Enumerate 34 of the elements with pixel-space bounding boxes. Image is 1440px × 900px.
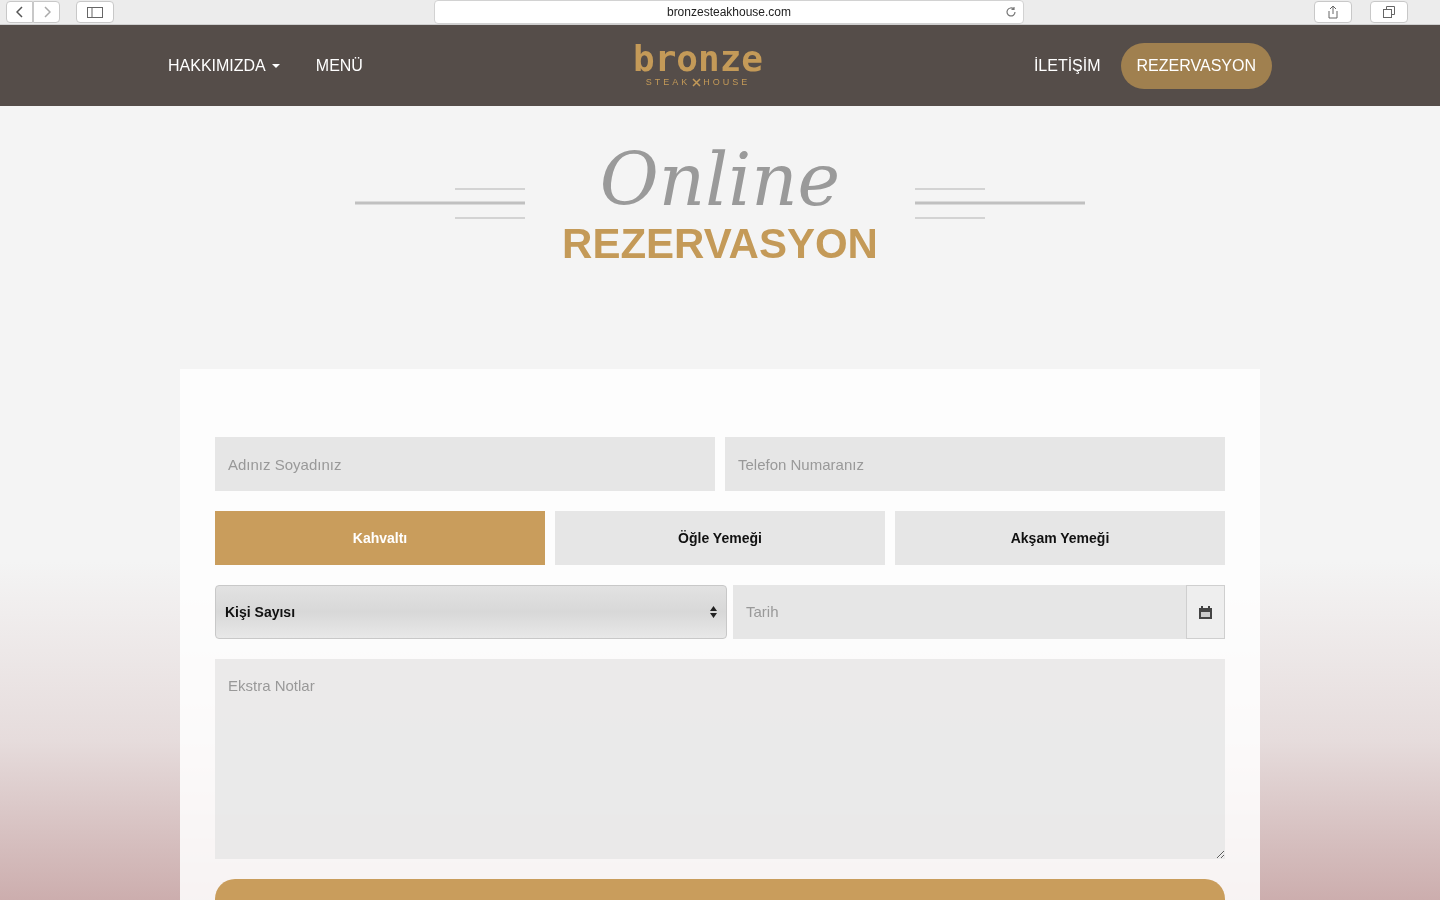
reload-icon[interactable] [1005, 6, 1017, 18]
back-icon [15, 6, 24, 18]
heading-script: Online [599, 140, 841, 220]
nav-link[interactable]: İLETİŞİM [1033, 53, 1101, 78]
select-arrows-icon [710, 606, 717, 618]
meal-option[interactable]: Akşam Yemeği [895, 511, 1225, 565]
back-button[interactable] [6, 1, 33, 23]
forward-icon [42, 6, 51, 18]
date-field[interactable]: Tarih [733, 585, 1186, 639]
phone-field[interactable]: Telefon Numaranız [725, 437, 1225, 491]
caret-icon [271, 63, 280, 68]
meal-option[interactable]: Öğle Yemeği [555, 511, 885, 565]
tabs-button[interactable] [1370, 1, 1408, 23]
share-icon [1327, 5, 1339, 19]
reservation-button[interactable]: REZERVASYON [1120, 42, 1272, 89]
address-bar[interactable]: bronzesteakhouse.com [434, 0, 1024, 24]
logo-tagline: STEAK [645, 75, 691, 89]
sidebar-button[interactable] [76, 1, 114, 23]
guests-select[interactable]: Kişi Sayısı [215, 585, 727, 639]
crossed-utensils-icon [692, 78, 702, 87]
logo-wordmark: bronze [633, 41, 764, 76]
logo-tagline: HOUSE [703, 75, 751, 89]
tabs-icon [1383, 6, 1395, 18]
decorative-lines-icon [355, 187, 525, 221]
heading-title: REZERVASYON [562, 220, 878, 268]
calendar-button[interactable] [1186, 585, 1225, 639]
sidebar-icon [87, 6, 103, 18]
url-text: bronzesteakhouse.com [666, 4, 792, 21]
decorative-lines-icon [915, 187, 1085, 221]
nav-link[interactable]: HAKKIMIZDA [168, 53, 280, 78]
nav-link[interactable]: MENÜ [315, 53, 363, 78]
name-field[interactable]: Adınız Soyadınız [215, 437, 715, 491]
calendar-icon [1199, 605, 1212, 619]
notes-field[interactable]: Ekstra Notlar [215, 659, 1225, 859]
